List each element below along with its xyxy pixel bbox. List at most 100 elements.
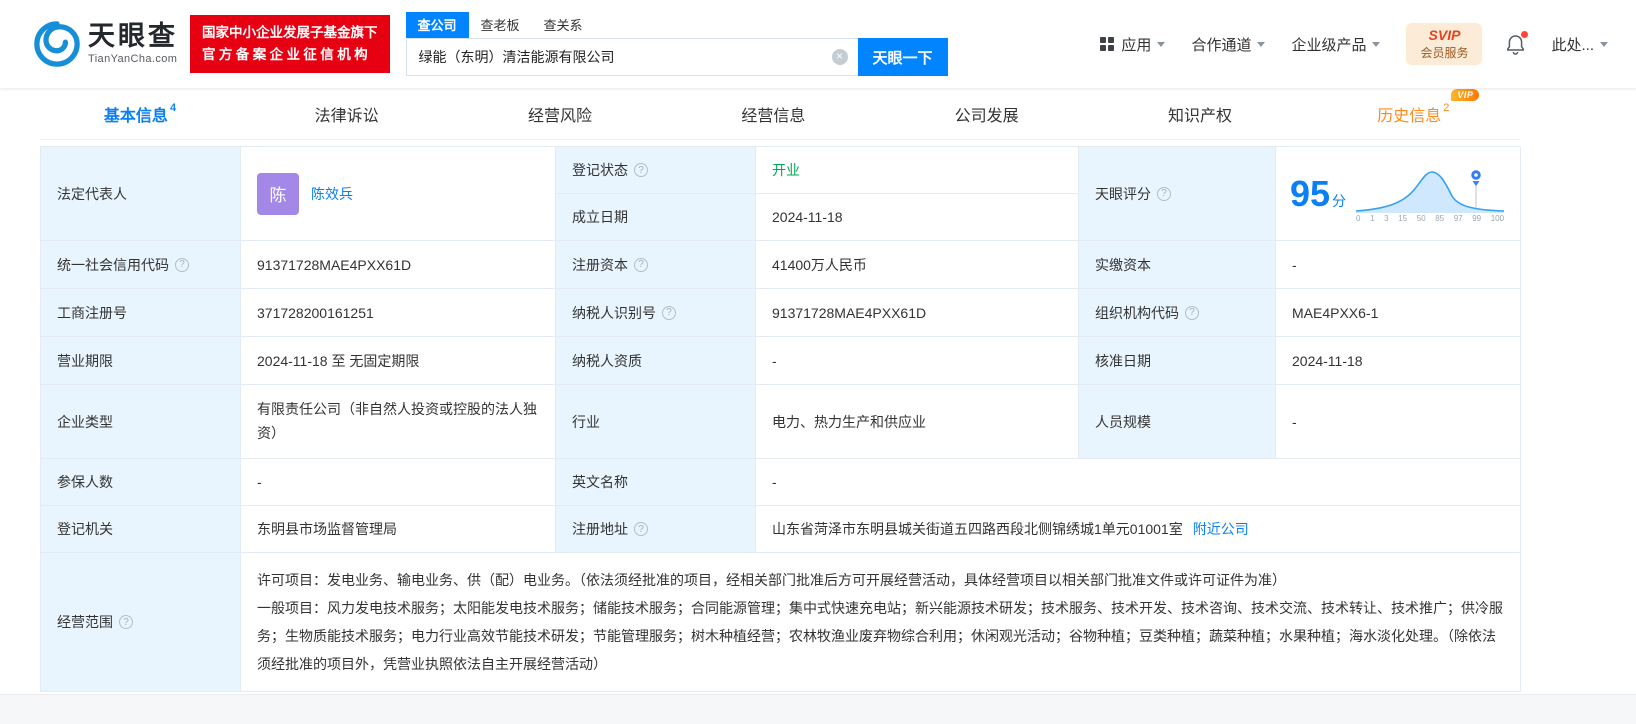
tianyancha-logo[interactable]: 天眼查 TianYanCha.com [34, 21, 178, 67]
clear-search-icon[interactable]: × [831, 49, 848, 65]
help-icon[interactable]: ? [634, 163, 648, 177]
label-text: 行业 [572, 413, 600, 430]
value-insured-count: - [241, 459, 556, 506]
label-staff-size: 人员规模 [1079, 385, 1276, 459]
value-staff-size: - [1276, 385, 1521, 459]
score-curve-svg [1355, 168, 1505, 213]
tab-legal-litigation[interactable]: 法律诉讼 [240, 88, 453, 139]
label-text: 组织机构代码 [1095, 304, 1179, 321]
label-text: 登记状态 [572, 162, 628, 178]
label-text: 工商注册号 [57, 304, 127, 321]
label-industry: 行业 [556, 385, 756, 459]
label-taxpayer-quality: 纳税人资质 [556, 337, 756, 385]
nav-enterprise-products-label: 企业级产品 [1291, 36, 1367, 54]
nav-apps-label: 应用 [1121, 36, 1152, 54]
label-organization-code: 组织机构代码 ? [1079, 289, 1276, 337]
tab-history-info[interactable]: 历史信息 2 VIP [1307, 88, 1520, 139]
tab-operation-info[interactable]: 经营信息 [667, 88, 880, 139]
company-info-table: 法定代表人 陈 陈效兵 登记状态 ? 开业 天眼评分 ? 95 分 0 1 3 … [40, 146, 1521, 692]
tab-intellectual-property[interactable]: 知识产权 [1093, 88, 1306, 139]
legal-representative-avatar[interactable]: 陈 [257, 172, 299, 215]
search-type-tabs: 查公司 查老板 查关系 [405, 12, 948, 38]
label-text: 注册资本 [572, 256, 628, 273]
certification-badge: 国家中小企业发展子基金旗下 官方备案企业征信机构 [190, 15, 390, 73]
tab-basic-info-label: 基本信息 [103, 107, 168, 125]
help-icon[interactable]: ? [634, 257, 648, 272]
score-axis-ticks: 0 1 3 15 50 85 97 99 100 [1356, 214, 1505, 223]
tab-company-development[interactable]: 公司发展 [880, 88, 1093, 139]
label-text: 天眼评分 [1095, 185, 1151, 202]
label-taxpayer-id: 纳税人识别号 ? [556, 289, 756, 337]
help-icon[interactable]: ? [1157, 186, 1171, 201]
legal-representative-link[interactable]: 陈效兵 [311, 184, 353, 204]
help-icon[interactable]: ? [634, 522, 648, 536]
label-text: 统一社会信用代码 [57, 256, 169, 273]
score-unit: 分 [1332, 192, 1347, 209]
section-tabs: 基本信息 4 法律诉讼 经营风险 经营信息 公司发展 知识产权 历史信息 2 V… [40, 88, 1520, 140]
nav-enterprise-products[interactable]: 企业级产品 [1291, 34, 1381, 55]
search-tab-relation[interactable]: 查关系 [532, 12, 595, 38]
score-number: 95 分 [1290, 173, 1346, 215]
tab-history-info-label: 历史信息 [1377, 107, 1442, 125]
label-registered-address: 注册地址 ? [556, 506, 756, 553]
tab-operation-risk[interactable]: 经营风险 [453, 88, 666, 139]
nav-account-label: 此处... [1551, 36, 1594, 54]
search-tab-boss[interactable]: 查老板 [469, 12, 532, 38]
notification-bell-icon[interactable] [1506, 30, 1529, 55]
value-organization-code: MAE4PXX6-1 [1276, 289, 1521, 337]
label-text: 人员规模 [1095, 413, 1151, 430]
nav-apps[interactable]: 应用 [1100, 34, 1166, 55]
nav-cooperation[interactable]: 合作通道 [1191, 34, 1266, 55]
value-tianyan-score: 95 分 0 1 3 15 50 85 97 99 100 [1276, 147, 1521, 241]
nav-cooperation-label: 合作通道 [1191, 36, 1252, 54]
label-credit-code: 统一社会信用代码 ? [41, 241, 241, 289]
search-area: 查公司 查老板 查关系 × 天眼一下 [405, 12, 948, 76]
svip-title: SVIP [1428, 27, 1461, 44]
label-text: 经营范围 [57, 614, 113, 630]
label-text: 营业期限 [57, 352, 113, 369]
label-company-type: 企业类型 [41, 385, 241, 459]
label-text: 英文名称 [572, 474, 628, 490]
help-icon[interactable]: ? [175, 257, 189, 272]
help-icon[interactable]: ? [119, 615, 133, 629]
label-approval-date: 核准日期 [1079, 337, 1276, 385]
score-curve-chart[interactable]: 0 1 3 15 50 85 97 99 100 [1354, 164, 1506, 223]
search-button[interactable]: 天眼一下 [857, 38, 948, 76]
label-text: 参保人数 [57, 474, 113, 490]
label-registration-status: 登记状态 ? [556, 147, 756, 194]
svip-member-button[interactable]: SVIP 会员服务 [1406, 23, 1483, 65]
label-insured-count: 参保人数 [41, 459, 241, 506]
search-tab-company[interactable]: 查公司 [405, 12, 469, 38]
value-industry: 电力、热力生产和供应业 [756, 385, 1079, 459]
value-business-scope: 许可项目：发电业务、输电业务、供（配）电业务。（依法须经批准的项目，经相关部门批… [241, 553, 1521, 692]
tab-operation-info-label: 经营信息 [741, 107, 806, 125]
notification-dot [1521, 30, 1529, 38]
label-establish-date: 成立日期 [556, 194, 756, 241]
header: 天眼查 TianYanCha.com 国家中小企业发展子基金旗下 官方备案企业征… [0, 0, 1636, 88]
help-icon[interactable]: ? [662, 305, 676, 320]
tab-company-development-label: 公司发展 [954, 107, 1019, 125]
top-nav: 应用 合作通道 企业级产品 SVIP 会员服务 此处... [1074, 23, 1608, 65]
chevron-down-icon [1600, 42, 1608, 51]
label-registration-authority: 登记机关 [41, 506, 241, 553]
value-registered-address: 山东省菏泽市东明县城关街道五四路西段北侧锦绣城1单元01001室 附近公司 [756, 506, 1521, 553]
value-establish-date: 2024-11-18 [756, 194, 1079, 241]
value-registration-status: 开业 [756, 147, 1079, 194]
tab-intellectual-property-label: 知识产权 [1167, 107, 1232, 125]
nearby-companies-link[interactable]: 附近公司 [1193, 519, 1249, 539]
chevron-down-icon [1372, 42, 1381, 51]
status-badge: 开业 [772, 162, 800, 178]
logo-text-en: TianYanCha.com [88, 53, 178, 65]
value-approval-date: 2024-11-18 [1276, 337, 1521, 385]
nav-account-more[interactable]: 此处... [1551, 34, 1608, 55]
address-text: 山东省菏泽市东明县城关街道五四路西段北侧锦绣城1单元01001室 [772, 521, 1183, 537]
value-company-type: 有限责任公司（非自然人投资或控股的法人独资） [241, 385, 556, 459]
search-input[interactable] [406, 39, 858, 75]
tab-basic-info[interactable]: 基本信息 4 [40, 88, 240, 139]
tab-legal-litigation-label: 法律诉讼 [314, 107, 379, 125]
help-icon[interactable]: ? [1185, 305, 1199, 320]
chevron-down-icon [1157, 42, 1166, 51]
value-paid-capital: - [1276, 241, 1521, 289]
tianyancha-logo-icon [34, 21, 80, 67]
logo-text-cn: 天眼查 [88, 21, 178, 51]
